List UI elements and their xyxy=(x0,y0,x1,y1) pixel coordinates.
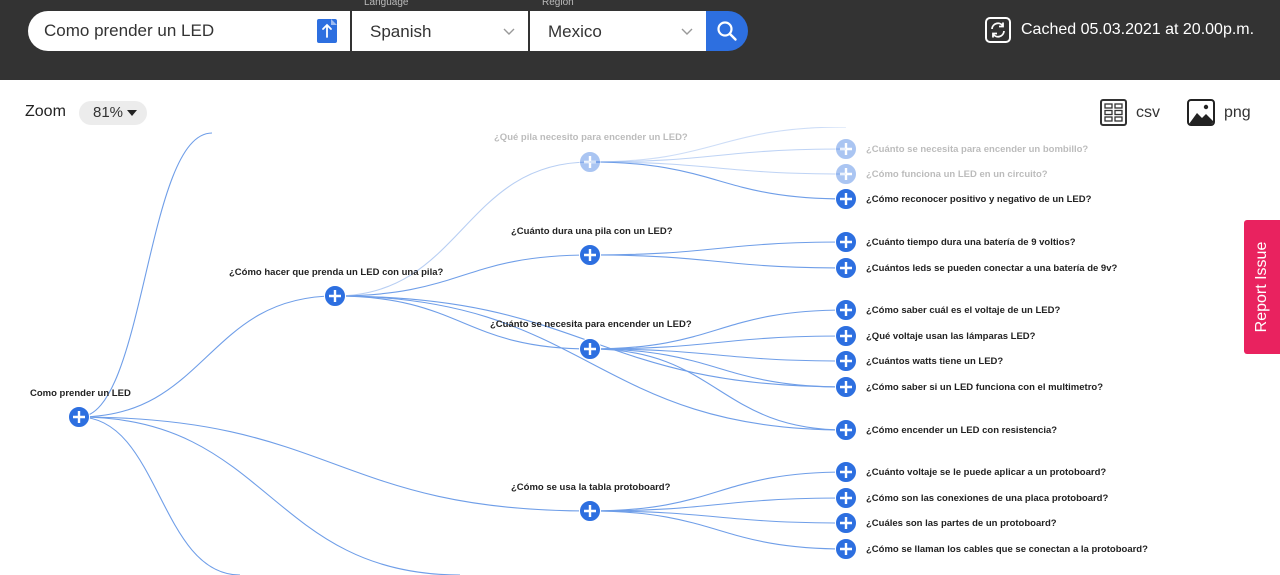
tree-leaf-node[interactable] xyxy=(835,538,857,560)
tree-leaf-node[interactable] xyxy=(835,231,857,253)
tree-leaf-label: ¿Cuánto tiempo dura una batería de 9 vol… xyxy=(866,237,1076,248)
tree-node-label: ¿Cómo hacer que prenda un LED con una pi… xyxy=(229,267,443,278)
tree-leaf-node[interactable] xyxy=(835,350,857,372)
upload-file-icon[interactable] xyxy=(317,19,337,43)
tree-node[interactable] xyxy=(324,285,346,307)
search-button[interactable] xyxy=(706,11,748,51)
tree-link xyxy=(78,416,241,575)
tree-leaf-label: ¿Cómo funciona un LED en un circuito? xyxy=(866,169,1048,180)
tree-link xyxy=(78,132,213,418)
report-issue-label: Report Issue xyxy=(1253,241,1270,333)
language-caption: Language xyxy=(364,0,409,8)
image-icon xyxy=(1187,99,1215,126)
tree-link xyxy=(589,497,847,512)
tree-node[interactable] xyxy=(579,500,601,522)
tree-node[interactable] xyxy=(579,338,601,360)
tree-leaf-label: ¿Cómo saber si un LED funciona con el mu… xyxy=(866,382,1103,393)
tree-leaf-label: ¿Qué voltaje usan las lámparas LED? xyxy=(866,331,1036,342)
cache-text: Cached 05.03.2021 at 20.00p.m. xyxy=(1021,21,1255,38)
zoom-label: Zoom xyxy=(25,103,66,120)
tree-leaf-node[interactable] xyxy=(835,487,857,509)
zoom-select[interactable]: 81% xyxy=(79,101,147,125)
search-form: Language Spanish Region Mexico xyxy=(28,0,748,51)
tree-leaf-node[interactable] xyxy=(835,512,857,534)
tree-link xyxy=(78,416,461,575)
tree-node[interactable] xyxy=(579,244,601,266)
tree-leaf-node[interactable] xyxy=(835,299,857,321)
refresh-icon xyxy=(985,17,1011,43)
caret-down-icon xyxy=(127,110,137,116)
tree-leaf-label: ¿Cómo saber cuál es el voltaje de un LED… xyxy=(866,305,1060,316)
tree-leaf-label: ¿Cómo se llaman los cables que se conect… xyxy=(866,544,1148,555)
tree-node-label: ¿Qué pila necesito para encender un LED? xyxy=(494,132,688,143)
tree-leaf-label: ¿Cuántos watts tiene un LED? xyxy=(866,356,1003,367)
export-csv-button[interactable]: csv xyxy=(1100,99,1160,126)
search-icon xyxy=(717,21,737,41)
chevron-down-icon xyxy=(681,28,693,35)
tree-leaf-label: ¿Cómo encender un LED con resistencia? xyxy=(866,425,1057,436)
tree-leaf-node[interactable] xyxy=(835,163,857,185)
tree-node-label: ¿Cuánto se necesita para encender un LED… xyxy=(490,319,692,330)
tree-leaf-node[interactable] xyxy=(835,257,857,279)
tree-leaf-node[interactable] xyxy=(835,461,857,483)
top-bar: Language Spanish Region Mexico Cached 05 xyxy=(0,0,1280,80)
tree-link xyxy=(589,148,847,163)
tree-node[interactable] xyxy=(579,151,601,173)
tree-leaf-label: ¿Cuáles son las partes de un protoboard? xyxy=(866,518,1057,529)
chevron-down-icon xyxy=(503,28,515,35)
language-value: Spanish xyxy=(370,22,432,41)
tree-leaf-node[interactable] xyxy=(835,419,857,441)
tree-leaf-label: ¿Cuánto voltaje se le puede aplicar a un… xyxy=(866,467,1106,478)
zoom-value: 81% xyxy=(93,104,124,121)
tree-root-label: Como prender un LED xyxy=(30,388,131,399)
tree-leaf-label: ¿Cuánto se necesita para encender un bom… xyxy=(866,144,1088,155)
table-icon xyxy=(1100,99,1127,126)
tree-leaf-label: ¿Cómo reconocer positivo y negativo de u… xyxy=(866,194,1092,205)
search-field-wrapper xyxy=(28,11,350,51)
question-tree: Como prender un LED ¿Cómo hacer que prend… xyxy=(30,127,1148,575)
tree-leaf-node[interactable] xyxy=(835,376,857,398)
tree-leaf-node[interactable] xyxy=(835,188,857,210)
export-png-label: png xyxy=(1224,103,1251,121)
tree-leaf-label: ¿Cómo son las conexiones de una placa pr… xyxy=(866,493,1108,504)
tree-leaf-label: ¿Cuántos leds se pueden conectar a una b… xyxy=(866,263,1117,274)
tree-leaf-node[interactable] xyxy=(835,138,857,160)
tree-link xyxy=(78,416,591,512)
region-value: Mexico xyxy=(548,22,602,41)
tree-link xyxy=(589,335,847,350)
language-select[interactable]: Language Spanish xyxy=(350,0,528,51)
search-input[interactable] xyxy=(28,11,350,51)
tree-node-label: ¿Cómo se usa la tabla protoboard? xyxy=(511,482,671,493)
region-select[interactable]: Region Mexico xyxy=(528,0,706,51)
tree-link xyxy=(589,241,847,256)
tree-leaf-node[interactable] xyxy=(835,325,857,347)
tree-link xyxy=(589,348,847,431)
cache-status[interactable]: Cached 05.03.2021 at 20.00p.m. xyxy=(985,17,1254,43)
export-png-button[interactable]: png xyxy=(1187,99,1251,126)
tree-node-label: ¿Cuánto dura una pila con un LED? xyxy=(511,226,673,237)
region-caption: Region xyxy=(542,0,574,8)
export-csv-label: csv xyxy=(1136,103,1160,121)
report-issue-button[interactable]: Report Issue xyxy=(1244,220,1280,354)
tree-root-node[interactable] xyxy=(68,406,90,428)
tree-link xyxy=(589,254,847,269)
